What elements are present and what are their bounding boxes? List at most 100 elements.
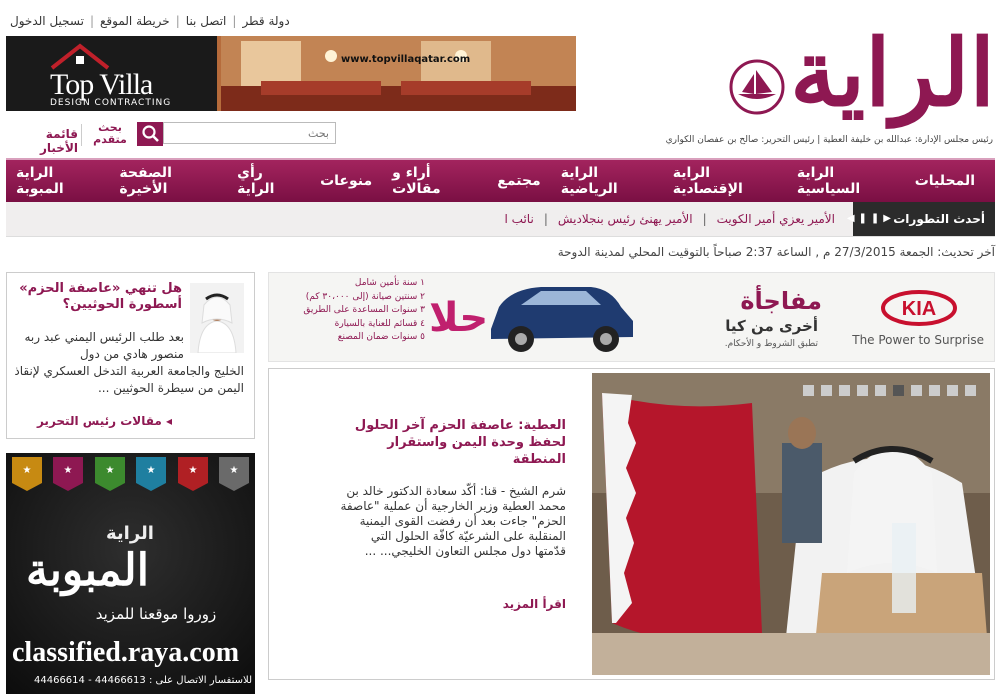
last-update: آخر تحديث: الجمعة 27/3/2015 م , الساعة 2…: [557, 245, 995, 259]
svg-text:★: ★: [188, 465, 197, 476]
pause-icon[interactable]: ❚❚: [859, 213, 884, 224]
divider: |: [543, 212, 548, 226]
ticker-items: الأمير يعزي أمير الكويت | الأمير يهنئ رئيس…: [505, 202, 835, 236]
slide-dot[interactable]: [965, 385, 976, 396]
logo-text: الراية: [790, 19, 995, 127]
slide-dot[interactable]: [875, 385, 886, 396]
kia-bullets: ١ سنة تأمين شامل ٢ سنتين صيانة (إلى ٣٠،٠٠…: [275, 277, 425, 345]
category-misc-icon: ★: [219, 457, 250, 499]
classified-title: المبوبة: [26, 545, 149, 596]
divider: |: [702, 212, 707, 226]
nav-item[interactable]: الراية الرياضية: [551, 165, 663, 197]
prev-icon[interactable]: ◀: [847, 213, 859, 224]
ticker-controls: ◀❚❚▶: [847, 202, 895, 236]
link-sitemap[interactable]: خريطة الموقع: [100, 14, 170, 28]
category-services-icon: ★: [53, 457, 84, 499]
nav-list: المحليات الراية السياسية الراية الإقتصادية…: [6, 160, 995, 202]
ticker-item[interactable]: نائب ا: [505, 202, 534, 236]
editor-opinion-box: هل تنهي «عاصفة الحزم» أسطورة الحوثيين؟ ب…: [6, 272, 255, 439]
slide-dot[interactable]: [893, 385, 904, 396]
nav-item[interactable]: مجتمع: [487, 173, 550, 189]
kia-bullet: ٤ قسائم للعناية بالسيارة: [334, 318, 425, 329]
search-input[interactable]: [163, 122, 336, 144]
read-more-link[interactable]: اقرأ المزيد: [503, 597, 566, 611]
author-avatar: [190, 283, 244, 353]
next-icon[interactable]: ▶: [883, 213, 895, 224]
ticker-item[interactable]: الأمير يعزي أمير الكويت: [717, 202, 835, 236]
brand-name: Top Villa: [50, 68, 153, 101]
kia-tagline: The Power to Surprise: [852, 333, 984, 347]
svg-text:★: ★: [105, 465, 114, 476]
nav-item[interactable]: الصفحة الأخيرة: [109, 165, 227, 197]
topvilla-logo: Top Villa DESIGN CONTRACTING: [14, 40, 214, 108]
featured-story: العطية: عاصفة الحزم آخر الحلول لحفظ وحدة…: [268, 368, 995, 680]
classified-url: classified.raya.com: [12, 637, 240, 668]
classified-phone: للاستفسار الاتصال على : 44466613 - 44466…: [34, 675, 252, 686]
brand-subtitle: DESIGN CONTRACTING: [50, 98, 172, 108]
kia-bullet: ٢ سنتين صيانة (إلى ٣٠،٠٠٠ كم): [305, 291, 425, 302]
main-nav: المحليات الراية السياسية الراية الإقتصادية…: [6, 158, 995, 202]
nav-item[interactable]: رأي الراية: [227, 165, 310, 197]
nav-item[interactable]: الراية الإقتصادية: [663, 165, 787, 197]
kia-headline: مفاجأة: [740, 287, 822, 315]
kia-terms: تطبق الشروط و الأحكام.: [724, 339, 818, 349]
kia-ad[interactable]: KIA The Power to Surprise مفاجأة أخرى من…: [268, 272, 995, 362]
topvilla-banner[interactable]: Top Villa DESIGN CONTRACTING www.topvill…: [6, 36, 576, 111]
kia-bullet: ٥ سنوات ضمان المصنع: [337, 332, 425, 342]
svg-text:★: ★: [230, 465, 239, 476]
link-login[interactable]: تسجيل الدخول: [10, 14, 84, 28]
banner-url: www.topvillaqatar.com: [341, 54, 471, 65]
svg-text:★: ★: [22, 465, 31, 476]
nav-item[interactable]: الراية المبوبة: [6, 165, 109, 197]
category-realestate-icon: ★: [136, 457, 167, 499]
site-logo[interactable]: الراية: [640, 18, 995, 136]
category-jobs-icon: ★: [11, 457, 42, 499]
classified-category-icons: ★ ★ ★ ★ ★ ★: [6, 457, 255, 505]
chevron-left-icon: ◂: [165, 414, 172, 428]
kia-subhead: أخرى من كيا: [725, 317, 818, 335]
top-links: دولة قطر | اتصل بنا | خريطة الموقع | تسج…: [10, 12, 305, 30]
nav-item[interactable]: المحليات: [905, 173, 985, 189]
slide-dot[interactable]: [803, 385, 814, 396]
classified-visit-text: زوروا موقعنا للمزيد: [95, 605, 217, 623]
slide-dot[interactable]: [821, 385, 832, 396]
divider: |: [89, 14, 94, 28]
slide-dot[interactable]: [947, 385, 958, 396]
category-cars-icon: ★: [177, 457, 208, 499]
editor-articles-label: مقالات رئيس التحرير: [36, 414, 162, 428]
advanced-search-link[interactable]: بحث متقدم: [88, 122, 132, 148]
featured-photo[interactable]: [592, 373, 990, 675]
nav-item[interactable]: الراية السياسية: [787, 165, 905, 197]
ticker-item[interactable]: الأمير يهنئ رئيس بنجلاديش: [558, 202, 693, 236]
featured-image: [592, 373, 990, 675]
divider: |: [232, 14, 237, 28]
search-button[interactable]: [137, 122, 163, 146]
kia-car-image: [491, 287, 633, 352]
kia-logo: KIA: [881, 290, 957, 326]
svg-text:★: ★: [147, 465, 156, 476]
dhow-emblem-icon: [729, 59, 785, 115]
slide-dot[interactable]: [929, 385, 940, 396]
category-electronics-icon: ★: [94, 457, 125, 499]
featured-title[interactable]: العطية: عاصفة الحزم آخر الحلول لحفظ وحدة…: [336, 417, 566, 468]
slide-dot[interactable]: [839, 385, 850, 396]
divider: |: [175, 14, 180, 28]
opinion-title[interactable]: هل تنهي «عاصفة الحزم» أسطورة الحوثيين؟: [14, 281, 182, 313]
banner-room-image: [221, 36, 576, 111]
kia-bullet: ١ سنة تأمين شامل: [354, 278, 425, 288]
kia-bullet: ٣ سنوات المساعدة على الطريق: [303, 305, 425, 315]
opinion-body: بعد طلب الرئيس اليمني عبد ربه منصور هادي…: [24, 330, 185, 361]
link-qatar[interactable]: دولة قطر: [242, 14, 289, 28]
divider: [81, 124, 82, 146]
editor-articles-link[interactable]: ◂ مقالات رئيس التحرير: [37, 414, 172, 428]
opinion-body-continued: الخليج والجامعة العربية التدخل العسكري ل…: [14, 364, 244, 395]
slide-dot[interactable]: [911, 385, 922, 396]
nav-item[interactable]: أراء و مقالات: [382, 165, 487, 197]
slide-dot[interactable]: [857, 385, 868, 396]
author-photo[interactable]: [190, 283, 244, 353]
classified-raya-label: الراية: [106, 523, 154, 544]
classified-ad[interactable]: ★ ★ ★ ★ ★ ★ الراية المبوبة زوروا موقعنا …: [6, 453, 255, 694]
nav-item[interactable]: منوعات: [310, 173, 382, 189]
link-contact[interactable]: اتصل بنا: [186, 14, 227, 28]
news-list-link[interactable]: قائمة الأخبار: [4, 127, 78, 155]
